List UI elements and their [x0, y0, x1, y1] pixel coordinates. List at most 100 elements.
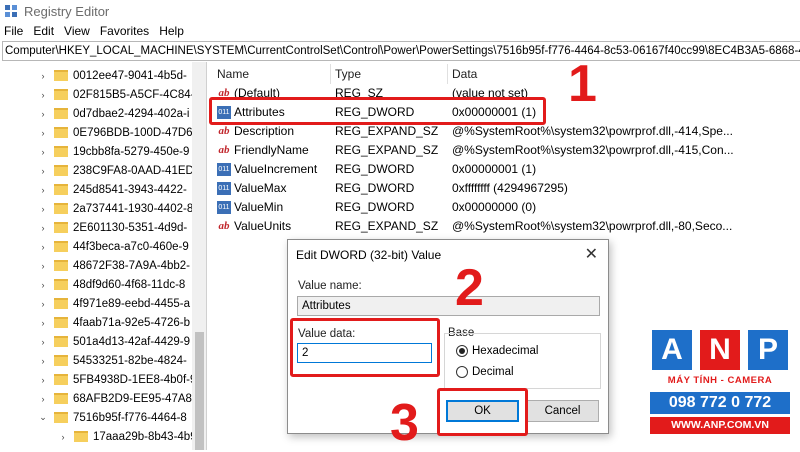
value-data: 0x00000000 (0): [452, 200, 537, 214]
value-name: ValueMin: [234, 200, 284, 214]
tree-item[interactable]: › 0012ee47-9041-4b5d-: [38, 66, 187, 85]
tree-item[interactable]: › 0d7dbae2-4294-402a-i: [38, 104, 190, 123]
chevron-right-icon[interactable]: ›: [38, 299, 48, 309]
menu-edit[interactable]: Edit: [33, 24, 54, 38]
value-type: REG_DWORD: [335, 162, 415, 176]
close-icon[interactable]: ✕: [585, 244, 598, 264]
chevron-right-icon[interactable]: ›: [38, 204, 48, 214]
folder-icon: [54, 165, 68, 176]
folder-icon: [54, 222, 68, 233]
chevron-right-icon[interactable]: ›: [38, 242, 48, 252]
tree-item[interactable]: › 0E796BDB-100D-47D6: [38, 123, 193, 142]
tree-item[interactable]: › 68AFB2D9-EE95-47A8-: [38, 389, 196, 408]
tree-item[interactable]: › 4f971e89-eebd-4455-a: [38, 294, 191, 313]
folder-icon: [54, 279, 68, 290]
menu-file[interactable]: File: [4, 24, 23, 38]
tree-item-label: 54533251-82be-4824-: [73, 354, 187, 367]
radio-selected-icon: [456, 345, 468, 357]
tree-item-label: 0012ee47-9041-4b5d-: [73, 69, 187, 82]
chevron-right-icon[interactable]: ›: [38, 185, 48, 195]
chevron-right-icon[interactable]: ›: [38, 223, 48, 233]
tree-item[interactable]: › 238C9FA8-0AAD-41ED: [38, 161, 194, 180]
cancel-button[interactable]: Cancel: [526, 400, 599, 422]
tree-item-label: 44f3beca-a7c0-460e-9: [73, 240, 189, 253]
tree-item[interactable]: › 54533251-82be-4824-: [38, 351, 187, 370]
tree-item[interactable]: › 48672F38-7A9A-4bb2-: [38, 256, 191, 275]
chevron-right-icon[interactable]: ›: [38, 337, 48, 347]
value-name: ValueMax: [234, 181, 287, 195]
chevron-right-icon[interactable]: ›: [38, 318, 48, 328]
tree-item-label: 19cbb8fa-5279-450e-9: [73, 145, 190, 158]
tree-scrollbar[interactable]: [192, 62, 206, 450]
folder-icon: [54, 108, 68, 119]
step-3-label: 3: [390, 394, 419, 452]
chevron-right-icon[interactable]: ›: [58, 432, 68, 442]
logo-letter-n: N: [700, 330, 740, 370]
radio-unselected-icon: [456, 366, 468, 378]
folder-icon: [54, 184, 68, 195]
tree-item-label: 0E796BDB-100D-47D6: [73, 126, 193, 139]
tree-item[interactable]: › 48df9d60-4f68-11dc-8: [38, 275, 186, 294]
value-row[interactable]: 011 ValueIncrement REG_DWORD 0x00000001 (1): [208, 160, 800, 179]
chevron-right-icon[interactable]: ›: [38, 375, 48, 385]
tree-item-label: 5FB4938D-1EE8-4b0f-9: [73, 373, 197, 386]
chevron-right-icon[interactable]: ›: [38, 261, 48, 271]
value-row[interactable]: ab ValueUnits REG_EXPAND_SZ @%SystemRoot%\s…: [208, 217, 800, 236]
tree-item-label: 238C9FA8-0AAD-41ED: [73, 164, 194, 177]
menu-favorites[interactable]: Favorites: [100, 24, 149, 38]
tree-item[interactable]: ›3c0bc021-c8a8-4e0: [58, 446, 195, 451]
tree-item-label: 2a737441-1930-4402-8: [73, 202, 194, 215]
folder-icon: [54, 298, 68, 309]
column-name-header[interactable]: Name: [217, 64, 249, 84]
menu-help[interactable]: Help: [159, 24, 184, 38]
hexadecimal-radio[interactable]: Hexadecimal: [456, 345, 538, 357]
folder-icon: [54, 203, 68, 214]
column-data-header[interactable]: Data: [452, 64, 477, 84]
highlight-ok-button: [437, 388, 528, 436]
address-bar[interactable]: Computer\HKEY_LOCAL_MACHINE\SYSTEM\Curre…: [2, 41, 800, 61]
menu-view[interactable]: View: [64, 24, 90, 38]
decimal-label: Decimal: [472, 366, 514, 378]
logo-letter-a: A: [652, 330, 692, 370]
value-row[interactable]: 011 ValueMax REG_DWORD 0xffffffff (42949672…: [208, 179, 800, 198]
tree-item[interactable]: ⌄ 7516b95f-f776-4464-8: [38, 408, 187, 427]
chevron-down-icon[interactable]: ⌄: [38, 412, 48, 423]
chevron-right-icon[interactable]: ›: [38, 90, 48, 100]
value-row[interactable]: ab FriendlyName REG_EXPAND_SZ @%SystemRoot%…: [208, 141, 800, 160]
tree-item-label: 501a4d13-42af-4429-9: [73, 335, 191, 348]
folder-icon: [54, 336, 68, 347]
highlight-attributes-row: [209, 97, 546, 125]
value-name: ValueUnits: [234, 219, 292, 233]
chevron-right-icon[interactable]: ›: [38, 394, 48, 404]
binary-value-icon: 011: [217, 182, 231, 195]
registry-app-icon: [4, 4, 18, 18]
chevron-right-icon[interactable]: ›: [38, 71, 48, 81]
tree-scrollbar-thumb[interactable]: [195, 332, 204, 450]
highlight-value-data: [290, 318, 440, 377]
tree-item[interactable]: › 2a737441-1930-4402-8: [38, 199, 194, 218]
value-row[interactable]: 011 ValueMin REG_DWORD 0x00000000 (0): [208, 198, 800, 217]
tree-item-label: 4faab71a-92e5-4726-b: [73, 316, 191, 329]
value-type: REG_EXPAND_SZ: [335, 219, 439, 233]
column-divider[interactable]: [447, 64, 448, 84]
value-data: 0xffffffff (4294967295): [452, 181, 568, 195]
tree-item[interactable]: › 17aaa29b-8b43-4b9: [58, 427, 197, 446]
column-type-header[interactable]: Type: [335, 64, 361, 84]
tree-item[interactable]: › 501a4d13-42af-4429-9: [38, 332, 191, 351]
decimal-radio[interactable]: Decimal: [456, 366, 514, 378]
chevron-right-icon[interactable]: ›: [38, 166, 48, 176]
chevron-right-icon[interactable]: ›: [38, 109, 48, 119]
tree-item[interactable]: › 245d8541-3943-4422-: [38, 180, 187, 199]
chevron-right-icon[interactable]: ›: [38, 356, 48, 366]
chevron-right-icon[interactable]: ›: [38, 280, 48, 290]
tree-item[interactable]: › 4faab71a-92e5-4726-b: [38, 313, 191, 332]
chevron-right-icon[interactable]: ›: [38, 128, 48, 138]
tree-item[interactable]: › 44f3beca-a7c0-460e-9: [38, 237, 189, 256]
tree-item[interactable]: › 2E601130-5351-4d9d-: [38, 218, 188, 237]
tree-item[interactable]: › 02F815B5-A5CF-4C84-: [38, 85, 195, 104]
column-divider[interactable]: [330, 64, 331, 84]
tree-item[interactable]: › 5FB4938D-1EE8-4b0f-9: [38, 370, 197, 389]
chevron-right-icon[interactable]: ›: [38, 147, 48, 157]
tree-item-label: 0d7dbae2-4294-402a-i: [73, 107, 190, 120]
tree-item[interactable]: › 19cbb8fa-5279-450e-9: [38, 142, 190, 161]
